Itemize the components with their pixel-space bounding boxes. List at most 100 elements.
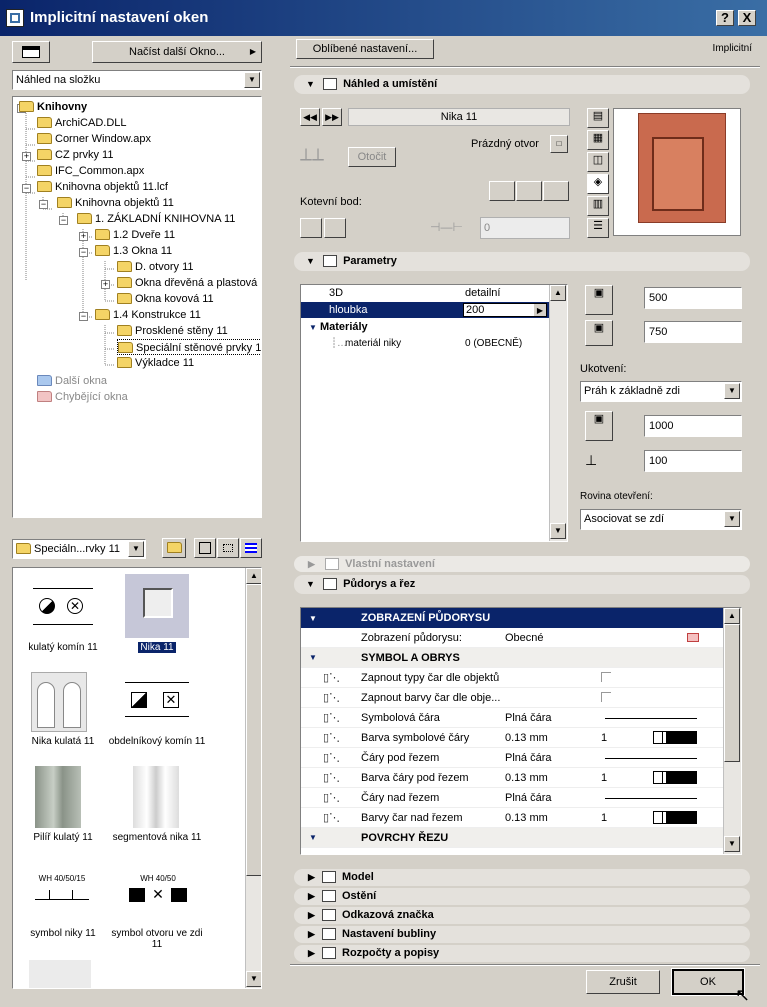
anchoring-select[interactable]: Práh k základně zdi ▼	[580, 381, 742, 402]
tree-item-lcf[interactable]: Knihovna objektů 11.lcf	[37, 179, 168, 195]
parameters-list[interactable]: 3D detailní hloubka 200 ▶ ▼ Materiály ┊… ma…	[300, 284, 568, 542]
thumb-nika-kulata[interactable]	[31, 672, 87, 732]
anchor-option-3[interactable]	[543, 181, 569, 201]
thumb-obdelnikovy-komin[interactable]: ✕	[125, 682, 189, 722]
section-nastaveni-bubliny[interactable]: ▶ Nastavení bubliny	[294, 926, 750, 943]
param-edit-field[interactable]: 200 ▶	[463, 303, 547, 317]
scroll-up-icon[interactable]: ▲	[724, 608, 740, 624]
tree-item-chybejici[interactable]: Další oknaChybějící okna	[37, 389, 128, 405]
arrow-right-icon[interactable]: ▶	[534, 304, 546, 316]
tree-item-dvere[interactable]: 1.2 Dveře 11	[95, 227, 175, 243]
section-floorplan[interactable]: ▼ Půdorys a řez	[294, 575, 750, 594]
anchor-point-a[interactable]	[300, 218, 322, 238]
fp-row[interactable]: ▯⋱ Čáry pod řezem Plná čára	[301, 748, 723, 768]
tree-item-dalsi[interactable]: Další okna	[37, 373, 107, 389]
fp-row[interactable]: ▯⋱ Symbolová čára Plná čára	[301, 708, 723, 728]
scroll-down-icon[interactable]: ▼	[550, 523, 566, 539]
ok-button[interactable]: OK	[671, 968, 745, 996]
pane-splitter[interactable]	[271, 36, 285, 1007]
fp-row[interactable]: ▼ POVRCHY ŘEZU	[301, 828, 723, 848]
tree-item-archicad[interactable]: ArchiCAD.DLL	[37, 115, 127, 131]
view-plan-button[interactable]: ▦	[587, 130, 609, 150]
view-mode-button[interactable]	[12, 41, 50, 63]
tree-item-ifc[interactable]: IFC_Common.apx	[37, 163, 144, 179]
cancel-button[interactable]: Zrušit	[586, 970, 660, 994]
expand-icon[interactable]: +	[22, 152, 31, 161]
scroll-down-icon[interactable]: ▼	[724, 836, 740, 852]
view-large-icons-button[interactable]	[194, 538, 216, 558]
section-custom-settings[interactable]: ▶ Vlastní nastavení	[294, 556, 750, 572]
tree-item-specialni[interactable]: Speciální stěnové prvky 11	[117, 339, 261, 355]
folder-up-button[interactable]	[162, 538, 186, 558]
param-row[interactable]: ┊… materiál niky 0 (OBECNĚ)	[301, 336, 549, 352]
offset-height-input[interactable]: 100	[644, 450, 742, 472]
collapse-icon[interactable]: −	[79, 312, 88, 321]
tree-item-konstrukce[interactable]: 1.4 Konstrukce 11	[95, 307, 201, 323]
params-scrollbar[interactable]: ▲ ▼	[549, 285, 567, 541]
prev-button[interactable]: ◀◀	[300, 108, 320, 126]
favorites-button[interactable]: Oblíbené nastavení...	[296, 39, 434, 59]
param-row-selected[interactable]: hloubka 200 ▶	[301, 302, 549, 318]
fp-row[interactable]: ▯⋱ Barva symbolové čáry 0.13 mm 1	[301, 728, 723, 748]
tree-item-zakladni[interactable]: 1. ZÁKLADNÍ KNIHOVNA 11	[77, 211, 235, 227]
section-preview[interactable]: ▼ Náhled a umístění	[294, 75, 750, 94]
anchor-option-1[interactable]	[489, 181, 515, 201]
checkbox[interactable]	[601, 672, 611, 682]
folder-select[interactable]: Speciáln...rvky 11 ▼	[12, 539, 146, 559]
expand-icon[interactable]: +	[79, 232, 88, 241]
tree-item-vykladce[interactable]: Výkladce 11	[117, 355, 194, 371]
collapse-icon[interactable]: −	[79, 248, 88, 257]
scroll-up-icon[interactable]: ▲	[246, 568, 261, 584]
pen-color-swatch[interactable]	[653, 771, 697, 784]
pen-color-swatch[interactable]	[653, 811, 697, 824]
empty-opening-toggle[interactable]: □	[550, 135, 568, 153]
expand-icon[interactable]: +	[101, 280, 110, 289]
tree-item-knihovna[interactable]: Knihovna objektů 11	[57, 195, 174, 211]
section-rozpocty[interactable]: ▶ Rozpočty a popisy	[294, 945, 750, 962]
anchor-point-b[interactable]	[324, 218, 346, 238]
object-thumbnails[interactable]: ✕ kulatý komín 11 Nika 11 Nika kulatá 11…	[12, 567, 262, 989]
tree-item-prosklene[interactable]: Prosklené stěny 11	[117, 323, 228, 339]
opening-plane-select[interactable]: Asociovat se zdí ▼	[580, 509, 742, 530]
view-list-button[interactable]	[240, 538, 262, 558]
thumb-symbol-niky[interactable]: WH 40/50/15	[27, 874, 97, 910]
fp-header-row[interactable]: ▼ ZOBRAZENÍ PŮDORYSU	[301, 608, 723, 628]
thumbs-scrollbar[interactable]: ▲ ▼	[245, 568, 261, 988]
fp-row[interactable]: Zobrazení půdorysu: Obecné	[301, 628, 723, 648]
tree-item-okna-drevena[interactable]: Okna dřevěná a plastová	[117, 275, 257, 291]
load-other-window-button[interactable]: Načíst další Okno... ▶	[92, 41, 262, 63]
thumb-partial[interactable]	[29, 960, 91, 988]
tree-item-dotvory[interactable]: D. otvory 11	[117, 259, 194, 275]
view-select[interactable]: Náhled na složku ▼	[12, 70, 262, 90]
param-group-materials[interactable]: ▼ Materiály	[301, 319, 368, 335]
fp-row[interactable]: ▯⋱ Čáry nad řezem Plná čára	[301, 788, 723, 808]
section-model[interactable]: ▶ Model	[294, 869, 750, 886]
tree-item-cz[interactable]: CZ prvky 11	[37, 147, 113, 163]
view-3d-button[interactable]: ◈	[587, 174, 609, 194]
fp-row[interactable]: ▯⋱ Zapnout barvy čar dle obje...	[301, 688, 723, 708]
height-input[interactable]: 750	[644, 321, 742, 343]
checkbox[interactable]	[601, 692, 611, 702]
scroll-down-icon[interactable]: ▼	[246, 971, 261, 987]
floorplan-scrollbar[interactable]: ▲ ▼	[723, 608, 741, 854]
section-osteni[interactable]: ▶ Ostění	[294, 888, 750, 905]
view-list-mode-button[interactable]: ☰	[587, 218, 609, 238]
help-button[interactable]: ?	[716, 10, 734, 26]
next-button[interactable]: ▶▶	[322, 108, 342, 126]
collapse-icon[interactable]: −	[22, 184, 31, 193]
floorplan-list[interactable]: ▼ ZOBRAZENÍ PŮDORYSU Zobrazení půdorysu: O…	[300, 607, 742, 855]
fp-row[interactable]: ▼ SYMBOL A OBRYS	[301, 648, 723, 668]
thumb-pilir[interactable]	[35, 766, 81, 828]
sill-height-input[interactable]: 1000	[644, 415, 742, 437]
scroll-thumb[interactable]	[246, 584, 261, 876]
view-section-button[interactable]: ◫	[587, 152, 609, 172]
scroll-thumb[interactable]	[724, 624, 740, 762]
section-odkazova-znacka[interactable]: ▶ Odkazová značka	[294, 907, 750, 924]
rotate-button[interactable]: Otočit	[348, 147, 396, 167]
collapse-icon[interactable]: −	[39, 200, 48, 209]
param-row[interactable]: 3D detailní	[301, 285, 549, 301]
fp-row[interactable]: ▯⋱ Barva čáry pod řezem 0.13 mm 1	[301, 768, 723, 788]
fp-row[interactable]: ▯⋱ Zapnout typy čar dle objektů	[301, 668, 723, 688]
view-small-icons-button[interactable]	[217, 538, 239, 558]
thumb-symbol-otvoru[interactable]: WH 40/50 ✕	[123, 874, 193, 910]
